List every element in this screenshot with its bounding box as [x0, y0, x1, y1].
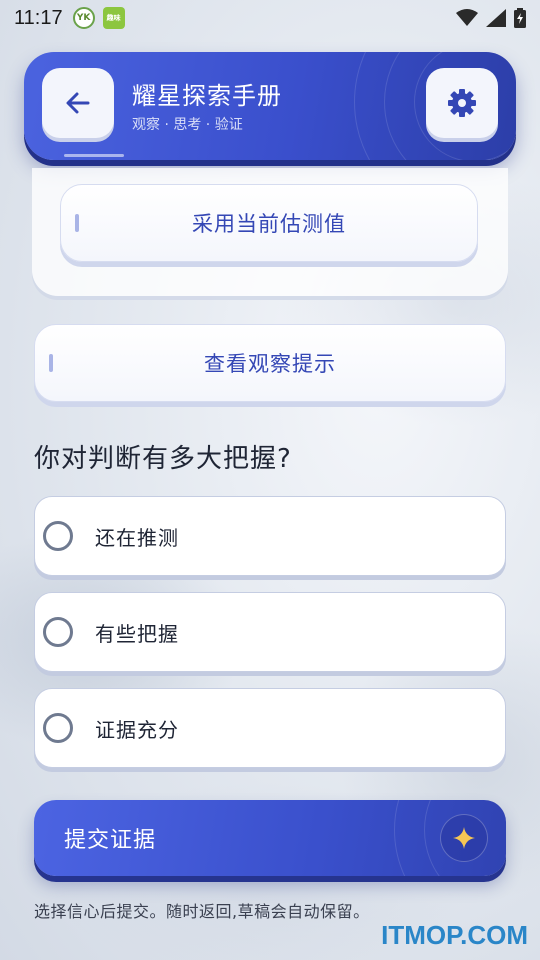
radio-button[interactable] — [43, 617, 73, 647]
button-accent-mark — [49, 354, 53, 372]
status-time: 11:17 — [14, 6, 63, 29]
button-accent-mark — [75, 214, 79, 232]
confidence-option-guessing[interactable]: 还在推测 — [34, 496, 506, 576]
option-label: 证据充分 — [95, 717, 179, 742]
helper-text: 选择信心后提交。随时返回,草稿会自动保留。 — [34, 902, 370, 921]
view-hint-button[interactable]: 查看观察提示 — [34, 324, 506, 402]
back-button[interactable] — [42, 68, 114, 138]
use-estimate-button[interactable]: 采用当前估测值 — [60, 184, 478, 262]
app-header: 耀星探索手册 观察 · 思考 · 验证 — [24, 52, 516, 160]
view-hint-label: 查看观察提示 — [204, 352, 336, 376]
sparkle-icon — [440, 814, 488, 862]
page-subtitle: 观察 · 思考 · 验证 — [132, 117, 243, 133]
radio-button[interactable] — [43, 713, 73, 743]
option-label: 有些把握 — [95, 621, 179, 646]
use-estimate-label: 采用当前估测值 — [192, 212, 346, 236]
confidence-option-sufficient[interactable]: 证据充分 — [34, 688, 506, 768]
signal-icon — [486, 9, 506, 27]
confidence-option-somewhat[interactable]: 有些把握 — [34, 592, 506, 672]
settings-button[interactable] — [426, 68, 498, 138]
confidence-question: 你对判断有多大把握? — [34, 444, 292, 474]
notification-app-icon-2: 趣味 — [102, 7, 125, 29]
battery-icon — [514, 8, 526, 28]
gear-icon — [448, 89, 476, 117]
radio-button[interactable] — [43, 521, 73, 551]
arrow-left-icon — [66, 92, 90, 114]
wifi-icon — [456, 9, 478, 26]
page-title: 耀星探索手册 — [132, 82, 282, 110]
notification-app-icon: YK — [72, 7, 95, 29]
header-indicator — [64, 154, 124, 157]
submit-label: 提交证据 — [64, 828, 157, 853]
option-label: 还在推测 — [95, 525, 179, 550]
estimate-panel: 采用当前估测值 — [32, 168, 508, 296]
watermark-logo: ITMOP.COM — [381, 920, 528, 950]
status-indicators — [456, 8, 526, 28]
status-bar: 11:17 YK 趣味 — [0, 0, 540, 36]
submit-evidence-button[interactable]: 提交证据 — [34, 800, 506, 876]
